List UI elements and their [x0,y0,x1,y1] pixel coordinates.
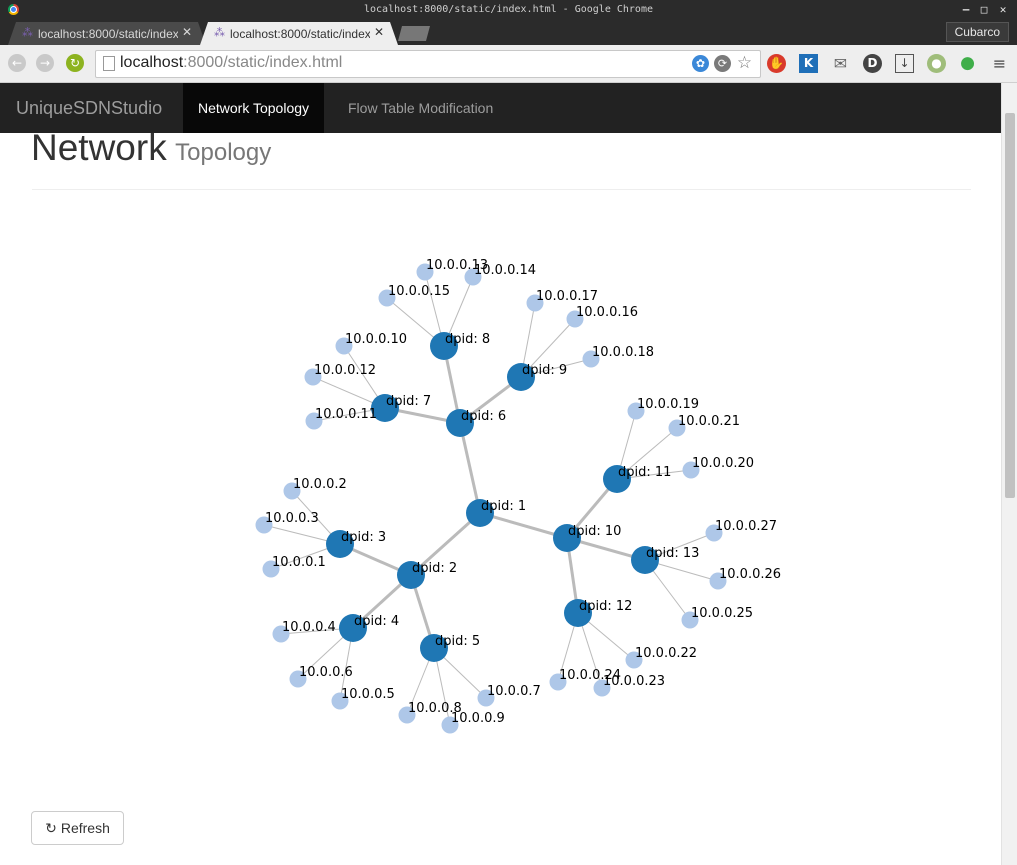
host-label: 10.0.0.1 [272,555,326,570]
page-scrollbar[interactable] [1001,83,1017,865]
address-bar[interactable]: localhost:8000/static/index.html ✿ ⟳ ☆ [95,50,761,78]
host-label: 10.0.0.4 [282,620,336,635]
switch-label: dpid: 12 [579,599,632,614]
page-title-main: Network [31,127,167,168]
sync-icon[interactable]: ⟳ [714,55,731,72]
evernote-icon[interactable]: ● [958,54,977,73]
host-label: 10.0.0.15 [388,284,450,299]
switch-label: dpid: 8 [445,332,490,347]
adblock-icon[interactable]: ✋ [767,54,786,73]
host-label: 10.0.0.19 [637,397,699,412]
host-label: 10.0.0.5 [341,687,395,702]
brand-link[interactable]: UniqueSDNStudio [16,98,162,119]
page-favicon-icon: ⁂ [22,27,33,39]
switch-label: dpid: 2 [412,561,457,576]
puzzle-extension-icon[interactable]: ✿ [692,55,709,72]
browser-toolbar: ← → ↻ localhost:8000/static/index.html ✿… [0,45,1017,83]
k-extension-icon[interactable]: K [799,54,818,73]
refresh-icon: ↻ [45,820,57,836]
switch-label: dpid: 7 [386,394,431,409]
maximize-icon[interactable]: □ [976,2,992,18]
scrollbar-thumb[interactable] [1005,113,1015,498]
page-icon [103,56,115,71]
d-extension-icon[interactable]: D [863,54,882,73]
switch-label: dpid: 9 [522,363,567,378]
switch-label: dpid: 10 [568,524,621,539]
tab-label: localhost:8000/static/index.html [230,27,370,41]
nav-network-topology[interactable]: Network Topology [183,83,325,133]
download-icon[interactable]: ↓ [895,54,914,73]
switch-label: dpid: 5 [435,634,480,649]
host-label: 10.0.0.3 [265,511,319,526]
window-title: localhost:8000/static/index.html - Googl… [364,4,653,15]
forward-icon[interactable]: → [36,54,54,72]
host-label: 10.0.0.16 [576,305,638,320]
profile-button[interactable]: Cubarco [945,22,1009,42]
switch-label: dpid: 6 [461,409,506,424]
host-label: 10.0.0.18 [592,345,654,360]
app-navbar: UniqueSDNStudio Network Topology Flow Ta… [0,83,1001,133]
host-label: 10.0.0.7 [487,684,541,699]
green-dot-extension-icon[interactable]: ● [927,54,946,73]
mail-icon[interactable]: ✉ [831,54,850,73]
host-label: 10.0.0.20 [692,456,754,471]
new-tab-button[interactable] [398,26,430,41]
host-label: 10.0.0.21 [678,414,740,429]
host-label: 10.0.0.24 [559,668,621,683]
close-window-icon[interactable]: ✕ [995,2,1011,18]
host-label: 10.0.0.2 [293,477,347,492]
switch-label: dpid: 3 [341,530,386,545]
minimize-icon[interactable]: – [958,2,974,18]
host-label: 10.0.0.25 [691,606,753,621]
bookmark-star-icon[interactable]: ☆ [736,55,753,72]
tab-strip: ⁂ localhost:8000/static/index.html ✕ ⁂ l… [0,20,1017,45]
page-favicon-icon: ⁂ [214,27,225,39]
host-label: 10.0.0.12 [314,363,376,378]
tab-close-icon[interactable]: ✕ [182,25,192,39]
topology-graph: 10.0.0.1 10.0.0.2 10.0.0.3 10.0.0.4 10.0.0.5… [255,258,781,734]
tab-inactive[interactable]: ⁂ localhost:8000/static/index.html ✕ [8,22,206,45]
page-title: Network Topology [31,127,271,169]
reload-icon[interactable]: ↻ [66,54,84,72]
host-label: 10.0.0.6 [299,665,353,680]
tab-close-icon[interactable]: ✕ [374,25,384,39]
nav-flow-table-modification[interactable]: Flow Table Modification [333,83,508,133]
host-label: 10.0.0.22 [635,646,697,661]
menu-icon[interactable]: ≡ [990,54,1009,73]
refresh-label: Refresh [60,820,110,836]
switch-label: dpid: 13 [646,546,699,561]
host-label: 10.0.0.9 [451,711,505,726]
switch-label: dpid: 11 [618,465,671,480]
host-label: 10.0.0.17 [536,289,598,304]
host-label: 10.0.0.10 [345,332,407,347]
page-title-subtitle: Topology [175,139,272,166]
host-label: 10.0.0.11 [315,407,377,422]
host-label: 10.0.0.26 [719,567,781,582]
switch-label: dpid: 4 [354,614,399,629]
tab-label: localhost:8000/static/index.html [38,27,178,41]
host-label: 10.0.0.27 [715,519,777,534]
address-url: localhost:8000/static/index.html [120,54,343,71]
window-titlebar: localhost:8000/static/index.html - Googl… [0,0,1017,20]
switch-label: dpid: 1 [481,499,526,514]
host-label: 10.0.0.14 [474,263,536,278]
refresh-button[interactable]: ↻ Refresh [31,811,124,845]
tab-active[interactable]: ⁂ localhost:8000/static/index.html ✕ [200,22,398,45]
back-icon[interactable]: ← [8,54,26,72]
